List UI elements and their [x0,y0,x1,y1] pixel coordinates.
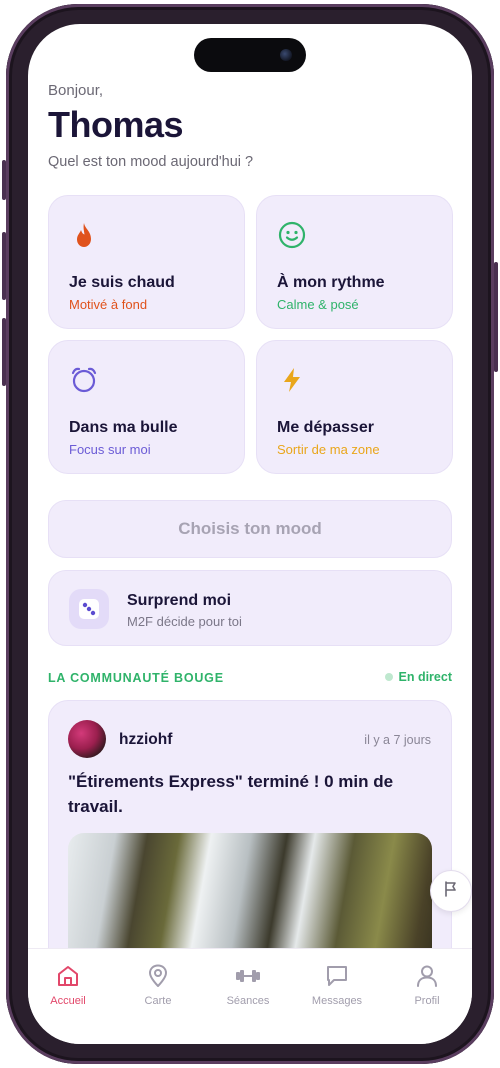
mood-subtitle: Motivé à fond [69,297,148,312]
user-icon [383,963,471,989]
mood-card-bulle[interactable]: Dans ma bulle Focus sur moi [48,340,245,474]
community-section-title: LA COMMUNAUTÉ BOUGE [48,671,224,685]
tab-accueil[interactable]: Accueil [28,963,112,1007]
lightning-icon [277,365,307,395]
tab-profil[interactable]: Profil [383,963,471,1007]
mood-card-rythme[interactable]: À mon rythme Calme & posé [256,195,453,329]
live-dot-icon [384,673,393,681]
mood-subtitle: Focus sur moi [69,442,151,457]
alarm-clock-icon [69,365,99,395]
chat-icon [293,963,381,989]
dynamic-island [194,38,306,72]
mood-title: À mon rythme [277,274,385,291]
mood-title: Dans ma bulle [69,419,178,436]
live-label: En direct [398,670,453,684]
mood-title: Je suis chaud [69,274,175,291]
tab-carte[interactable]: Carte [114,963,202,1007]
phone-volume-down [2,318,6,386]
surprise-subtitle: M2F décide pour toi [127,614,242,629]
home-icon [28,963,112,989]
mood-title: Me dépasser [277,419,374,436]
mood-question: Quel est ton mood aujourd'hui ? [48,154,254,170]
tab-label: Séances [226,995,270,1007]
post-timestamp: il y a 7 jours [364,733,431,747]
phone-volume-up [2,232,6,300]
tab-messages[interactable]: Messages [293,963,381,1007]
surprise-card[interactable]: Surprend moi M2F décide pour toi [48,570,452,646]
flag-icon [442,880,460,903]
tab-seances[interactable]: Séances [204,963,292,1007]
avatar[interactable] [68,720,106,758]
choose-mood-button[interactable]: Choisis ton mood [48,500,452,558]
app-screen: Bonjour, Thomas Quel est ton mood aujour… [28,24,472,1044]
mood-subtitle: Sortir de ma zone [277,442,380,457]
tab-label: Accueil [50,995,86,1007]
surprise-title: Surprend moi [127,592,232,609]
flame-icon [69,220,99,250]
greeting-text: Bonjour, [48,82,104,99]
tab-label: Carte [144,995,172,1007]
post-username[interactable]: hzziohf [119,731,172,749]
mood-card-depasser[interactable]: Me dépasser Sortir de ma zone [256,340,453,474]
post-text: "Étirements Express" terminé ! 0 min de … [68,772,394,816]
mood-subtitle: Calme & posé [277,297,359,312]
user-name: Thomas [48,104,184,145]
smile-icon [277,220,307,250]
tab-label: Messages [311,995,363,1007]
live-indicator: En direct [384,670,453,684]
bottom-tab-bar: Accueil Carte Séances Messages Profil [28,948,472,1044]
report-flag-button[interactable] [430,870,472,912]
map-pin-icon [114,963,202,989]
mood-card-chaud[interactable]: Je suis chaud Motivé à fond [48,195,245,329]
dice-icon [69,589,109,629]
front-camera [280,49,292,61]
tab-label: Profil [414,995,440,1007]
phone-action-button [2,160,6,200]
phone-power-button [494,262,498,372]
dumbbell-icon [204,963,292,989]
